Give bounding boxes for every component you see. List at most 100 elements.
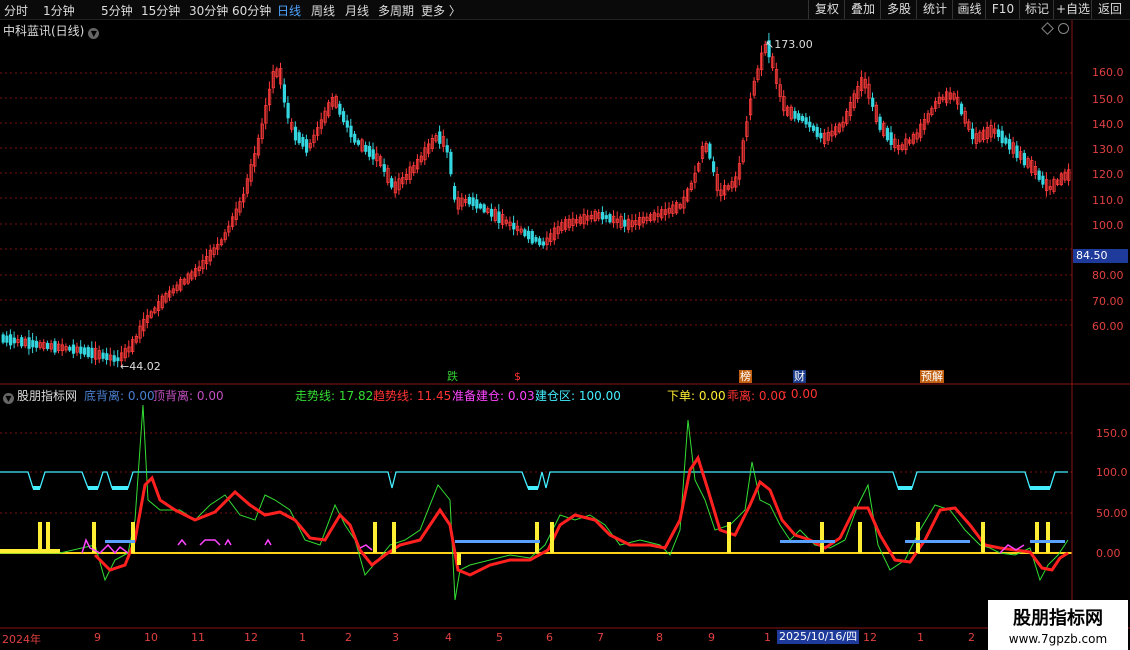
candle-body xyxy=(871,97,875,107)
bottom-divergence-block xyxy=(105,540,135,543)
order-signal-bar xyxy=(457,553,461,565)
indicator-field: : 0.00 xyxy=(783,387,818,401)
candle-body xyxy=(367,145,372,157)
candle-body xyxy=(282,84,287,103)
candle-body xyxy=(959,103,964,115)
indicator-field: 建仓区: 100.00 xyxy=(535,389,621,403)
candle-body xyxy=(301,137,305,147)
candle-body xyxy=(5,335,9,343)
candle-body xyxy=(712,161,716,173)
indicator-field: 趋势线: 11.45 xyxy=(373,389,452,403)
event-marker-drop[interactable]: 跌 xyxy=(446,370,459,383)
candle-body xyxy=(341,111,346,123)
candle-body xyxy=(885,127,890,141)
price-axis-label: 140.0 xyxy=(1092,118,1124,131)
date-axis-label: 5 xyxy=(496,631,503,644)
candle-body xyxy=(1,334,5,343)
candle-body xyxy=(815,126,819,137)
candle-body xyxy=(878,116,882,130)
order-signal-bar xyxy=(46,522,50,553)
date-axis-label: 2 xyxy=(345,631,352,644)
candle-body xyxy=(534,237,538,242)
price-axis-label: 120.0 xyxy=(1092,168,1124,181)
candle-body xyxy=(800,115,805,122)
candle-body xyxy=(1008,139,1012,150)
date-axis-label: 3 xyxy=(392,631,399,644)
cursor-date-label: 2025/10/16/四 xyxy=(777,630,860,644)
candle-body xyxy=(86,347,90,357)
order-signal-bar xyxy=(535,522,539,553)
candle-body xyxy=(83,347,87,355)
candle-body xyxy=(804,117,808,125)
date-axis-label: 7 xyxy=(597,631,604,644)
candle-body xyxy=(808,121,812,128)
candle-body xyxy=(541,241,546,246)
candle-body xyxy=(390,178,394,188)
candle-body xyxy=(349,125,353,138)
indicator-title[interactable]: ▼ 股朋指标网 xyxy=(3,387,77,404)
order-signal-bar xyxy=(38,522,42,553)
candle-body xyxy=(297,132,301,144)
date-axis-label: 2024年 xyxy=(2,633,41,646)
candle-body xyxy=(530,231,534,244)
date-axis-label: 1 xyxy=(764,631,771,644)
event-marker-forecast[interactable]: 预解 xyxy=(920,370,944,383)
high-price-annotation: ↖173.00 xyxy=(765,38,813,51)
order-signal-bar xyxy=(981,522,985,553)
order-signal-bar xyxy=(820,522,824,553)
candle-body xyxy=(46,342,50,349)
order-signal-bar xyxy=(1046,522,1050,553)
price-axis-label: 160.0 xyxy=(1092,66,1124,79)
event-marker-finance[interactable]: 财 xyxy=(793,370,806,383)
candle-body xyxy=(286,102,290,119)
candle-body xyxy=(793,111,797,119)
order-signal-bar xyxy=(131,522,135,553)
date-axis-label: 8 xyxy=(656,631,663,644)
candle-body xyxy=(20,337,24,347)
event-marker-dollar[interactable]: $ xyxy=(513,370,522,383)
candle-body xyxy=(475,199,479,209)
candle-body xyxy=(445,145,449,153)
candle-body xyxy=(708,143,712,159)
candle-body xyxy=(1000,130,1004,144)
order-signal-bar xyxy=(392,522,396,553)
order-signal-bar xyxy=(92,522,96,553)
candle-body xyxy=(889,132,893,146)
order-signal-bar xyxy=(858,522,862,553)
candle-body xyxy=(31,340,35,348)
candle-body xyxy=(797,113,801,121)
low-price-annotation: ←44.02 xyxy=(120,360,161,373)
order-signal-bar xyxy=(0,549,60,553)
candle-body xyxy=(1041,175,1045,185)
candle-body xyxy=(1004,137,1008,144)
order-signal-bar xyxy=(1035,522,1039,553)
chevron-down-icon[interactable]: ▼ xyxy=(3,393,14,404)
event-marker-rank[interactable]: 榜 xyxy=(739,370,752,383)
candle-body xyxy=(105,353,109,361)
bottom-divergence-block xyxy=(905,540,970,543)
candle-body xyxy=(449,151,453,175)
date-axis-label: 2 xyxy=(968,631,975,644)
candle-body xyxy=(471,197,475,206)
candle-body xyxy=(1037,170,1041,180)
bottom-divergence-block xyxy=(1030,540,1065,543)
current-price-tag: 84.50 xyxy=(1073,249,1128,263)
kline-chart-canvas[interactable] xyxy=(0,0,1130,650)
indicator-field: 顶背离: 0.00 xyxy=(153,389,224,403)
candle-body xyxy=(371,149,375,160)
date-axis-label: 9 xyxy=(708,631,715,644)
candle-body xyxy=(101,352,105,359)
trend-walk-line xyxy=(0,404,1069,601)
candle-body xyxy=(604,215,608,219)
order-signal-bar xyxy=(727,522,731,553)
candle-body xyxy=(34,340,39,348)
date-axis-label: 6 xyxy=(546,631,553,644)
indicator-axis-label: 0.00 xyxy=(1096,547,1121,560)
candle-body xyxy=(601,212,605,220)
candle-body xyxy=(819,132,823,139)
bottom-divergence-block xyxy=(780,540,835,543)
watermark-title: 股朋指标网 xyxy=(1013,608,1103,629)
candle-body xyxy=(79,346,83,354)
candle-body xyxy=(90,347,94,359)
candle-body xyxy=(116,357,120,362)
